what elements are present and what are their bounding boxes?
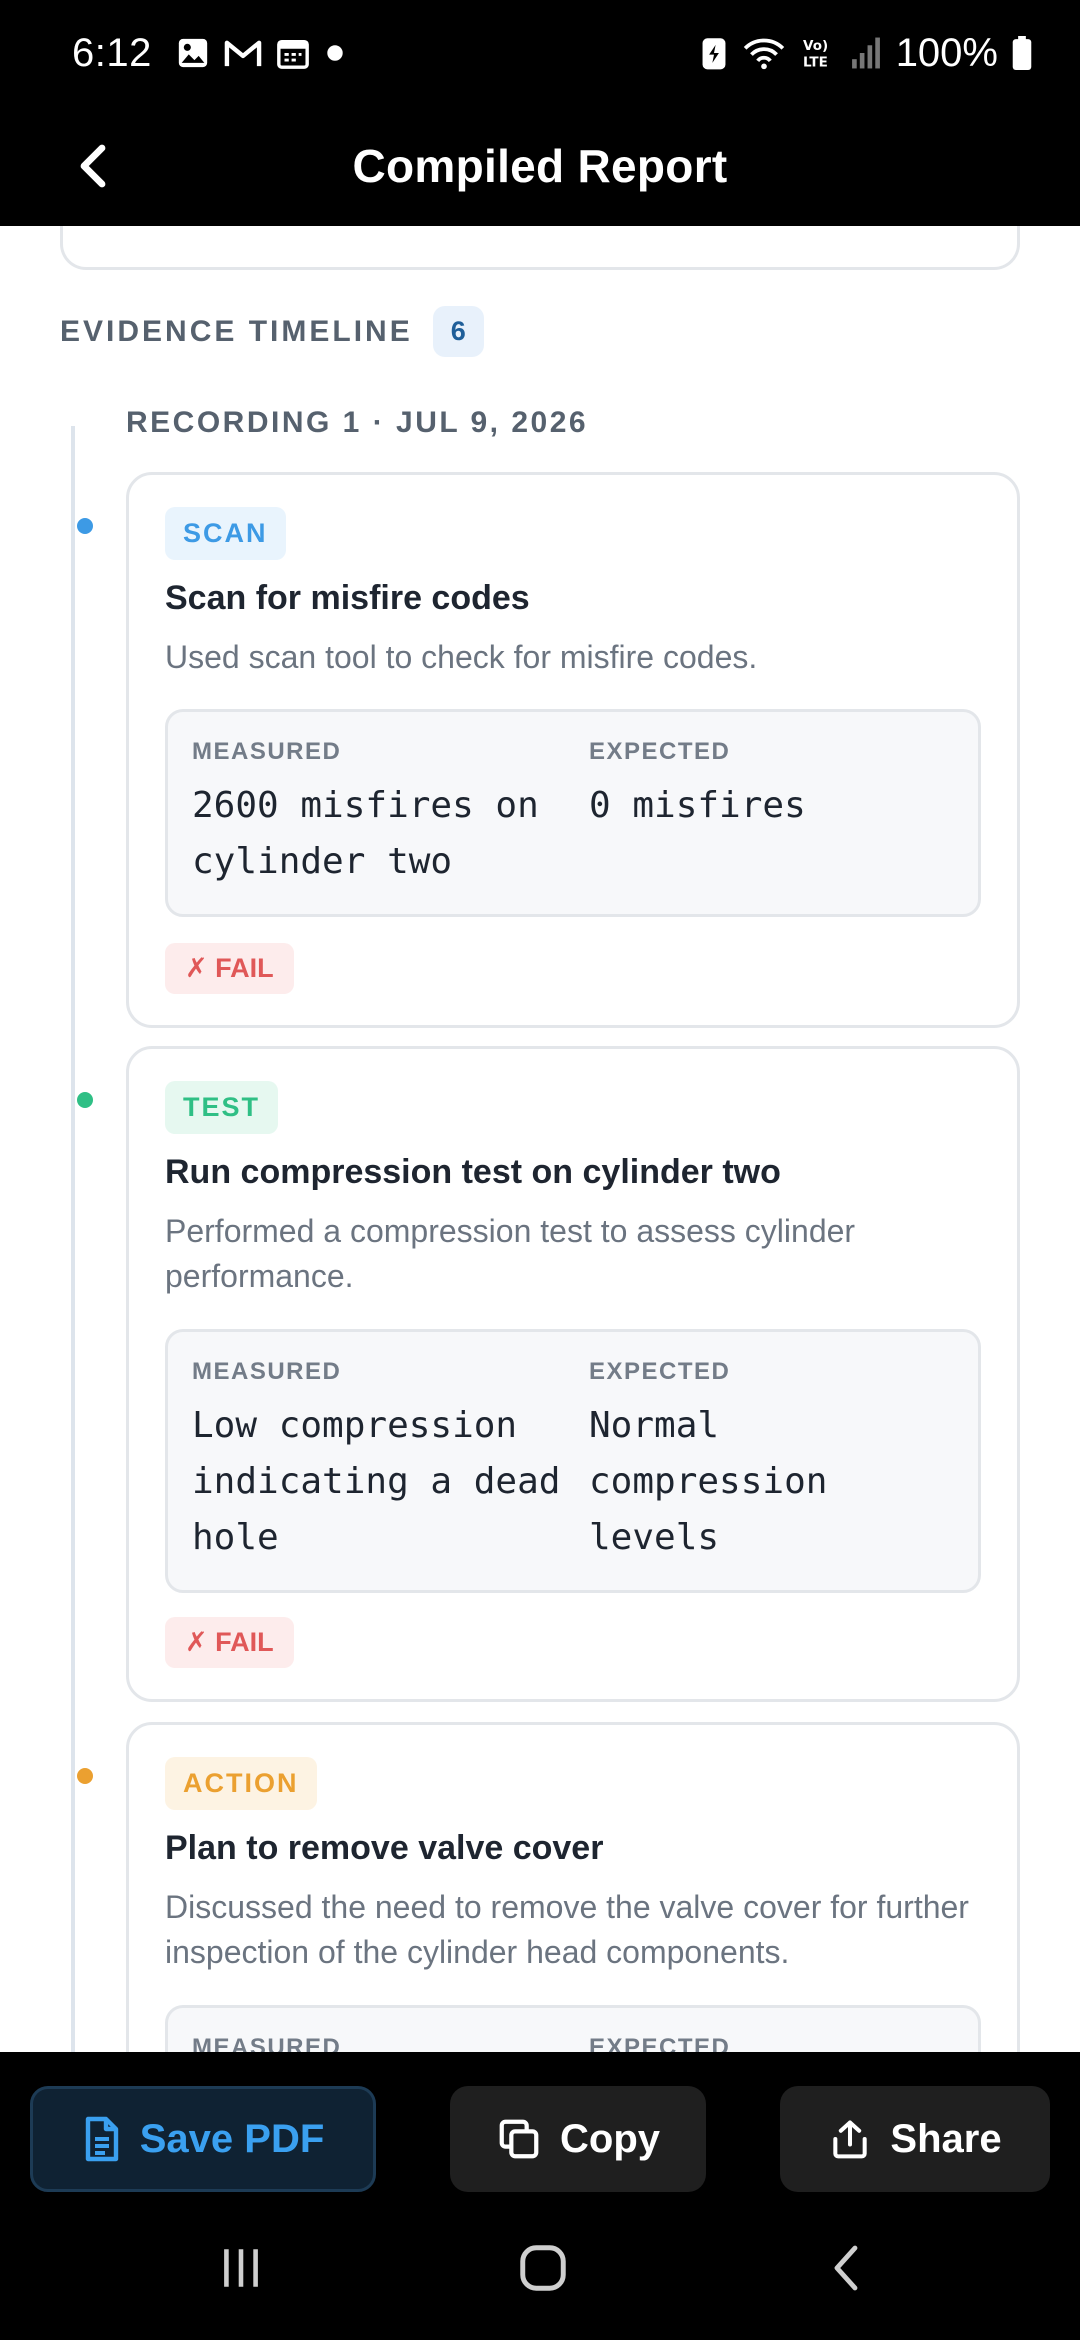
back-icon	[834, 2245, 858, 2291]
svg-text:LTE: LTE	[803, 55, 828, 71]
evidence-timeline-header: EVIDENCE TIMELINE 6	[60, 306, 484, 357]
section-title: EVIDENCE TIMELINE	[60, 314, 413, 348]
measured-label: MEASURED	[192, 2034, 342, 2052]
expected-value: Normal compression levels	[589, 1405, 828, 1558]
svg-text:Vo): Vo)	[803, 38, 828, 54]
volte-icon: Vo) LTE	[800, 35, 836, 71]
gmail-icon	[224, 36, 262, 70]
expected-value: 0 misfires	[589, 785, 806, 826]
expected-label: EXPECTED	[589, 2034, 731, 2052]
share-icon	[833, 2120, 868, 2159]
expected-column: EXPECTED Normal compression levels	[589, 1358, 889, 1566]
recent-apps-icon	[224, 2249, 258, 2287]
fail-badge: ✗ FAIL	[165, 1617, 294, 1668]
status-bar: 6:12 Vo) LTE 100%	[0, 0, 1080, 106]
previous-card	[60, 226, 1020, 270]
tag-test: TEST	[165, 1081, 279, 1134]
home-icon	[520, 2245, 566, 2291]
count-badge: 6	[432, 306, 484, 357]
recording-label: RECORDING 1 · JUL 9, 2026	[126, 406, 589, 439]
evidence-card-action[interactable]: ACTION Plan to remove valve cover Discus…	[126, 1722, 1020, 2052]
expected-column: EXPECTED	[589, 2034, 959, 2052]
battery-saver-icon	[700, 35, 728, 71]
measured-label: MEASURED	[192, 738, 342, 765]
status-right: Vo) LTE 100%	[700, 31, 1032, 76]
system-back-button[interactable]	[802, 2228, 892, 2308]
measured-column: MEASURED	[192, 2034, 572, 2052]
measured-value: 2600 misfires on cylinder two	[192, 785, 539, 882]
calendar-icon	[276, 36, 310, 70]
card-description: Performed a compression test to assess c…	[165, 1213, 856, 1294]
share-button[interactable]: Share	[780, 2086, 1050, 2192]
card-title: Run compression test on cylinder two	[165, 1153, 781, 1191]
card-description: Used scan tool to check for misfire code…	[165, 639, 758, 675]
timeline-dot-action	[77, 1768, 93, 1784]
status-time: 6:12	[72, 30, 152, 75]
back-button[interactable]	[56, 128, 132, 204]
card-title: Plan to remove valve cover	[165, 1829, 604, 1867]
tag-scan: SCAN	[165, 507, 286, 560]
save-pdf-button[interactable]: Save PDF	[30, 2086, 376, 2192]
page-title: Compiled Report	[352, 140, 728, 192]
card-title: Scan for misfire codes	[165, 579, 530, 617]
timeline-dot-scan	[77, 518, 93, 534]
timeline-line	[71, 426, 75, 2052]
tag-action: ACTION	[165, 1757, 317, 1810]
measured-value: Low compression indicating a dead hole	[192, 1405, 561, 1558]
measure-box: MEASURED Low compression indicating a de…	[165, 1329, 981, 1593]
evidence-card-test[interactable]: TEST Run compression test on cylinder tw…	[126, 1046, 1020, 1702]
copy-button[interactable]: Copy	[450, 2086, 706, 2192]
home-button[interactable]	[498, 2228, 588, 2308]
document-icon	[85, 2116, 118, 2162]
signal-icon	[850, 36, 882, 70]
share-label: Share	[890, 2116, 1002, 2161]
expected-column: EXPECTED 0 misfires	[589, 738, 959, 834]
timeline-dot-test	[77, 1092, 93, 1108]
measure-box: MEASURED EXPECTED	[165, 2005, 981, 2052]
measured-label: MEASURED	[192, 1358, 342, 1385]
report-content[interactable]: EVIDENCE TIMELINE 6 RECORDING 1 · JUL 9,…	[0, 226, 1080, 2052]
fail-badge: ✗ FAIL	[165, 943, 294, 994]
expected-label: EXPECTED	[589, 738, 731, 765]
recent-apps-button[interactable]	[196, 2228, 286, 2308]
battery-percent: 100%	[895, 30, 998, 75]
status-left: 6:12	[72, 31, 346, 76]
measured-column: MEASURED 2600 misfires on cylinder two	[192, 738, 572, 890]
copy-label: Copy	[560, 2116, 660, 2161]
expected-label: EXPECTED	[589, 1358, 731, 1385]
action-bar: Save PDF Copy Share	[0, 2052, 1080, 2192]
measure-box: MEASURED 2600 misfires on cylinder two E…	[165, 709, 981, 917]
system-nav-bar	[0, 2192, 1080, 2340]
save-pdf-label: Save PDF	[139, 2116, 325, 2161]
wifi-icon	[742, 35, 786, 71]
battery-icon	[1012, 36, 1032, 70]
app-header: Compiled Report	[0, 106, 1080, 226]
card-description: Discussed the need to remove the valve c…	[165, 1889, 969, 1970]
evidence-card-scan[interactable]: SCAN Scan for misfire codes Used scan to…	[126, 472, 1020, 1028]
dot-icon	[324, 42, 346, 64]
copy-icon	[499, 2119, 539, 2159]
gallery-icon	[176, 36, 210, 70]
measured-column: MEASURED Low compression indicating a de…	[192, 1358, 572, 1566]
chevron-left-icon	[80, 144, 106, 188]
